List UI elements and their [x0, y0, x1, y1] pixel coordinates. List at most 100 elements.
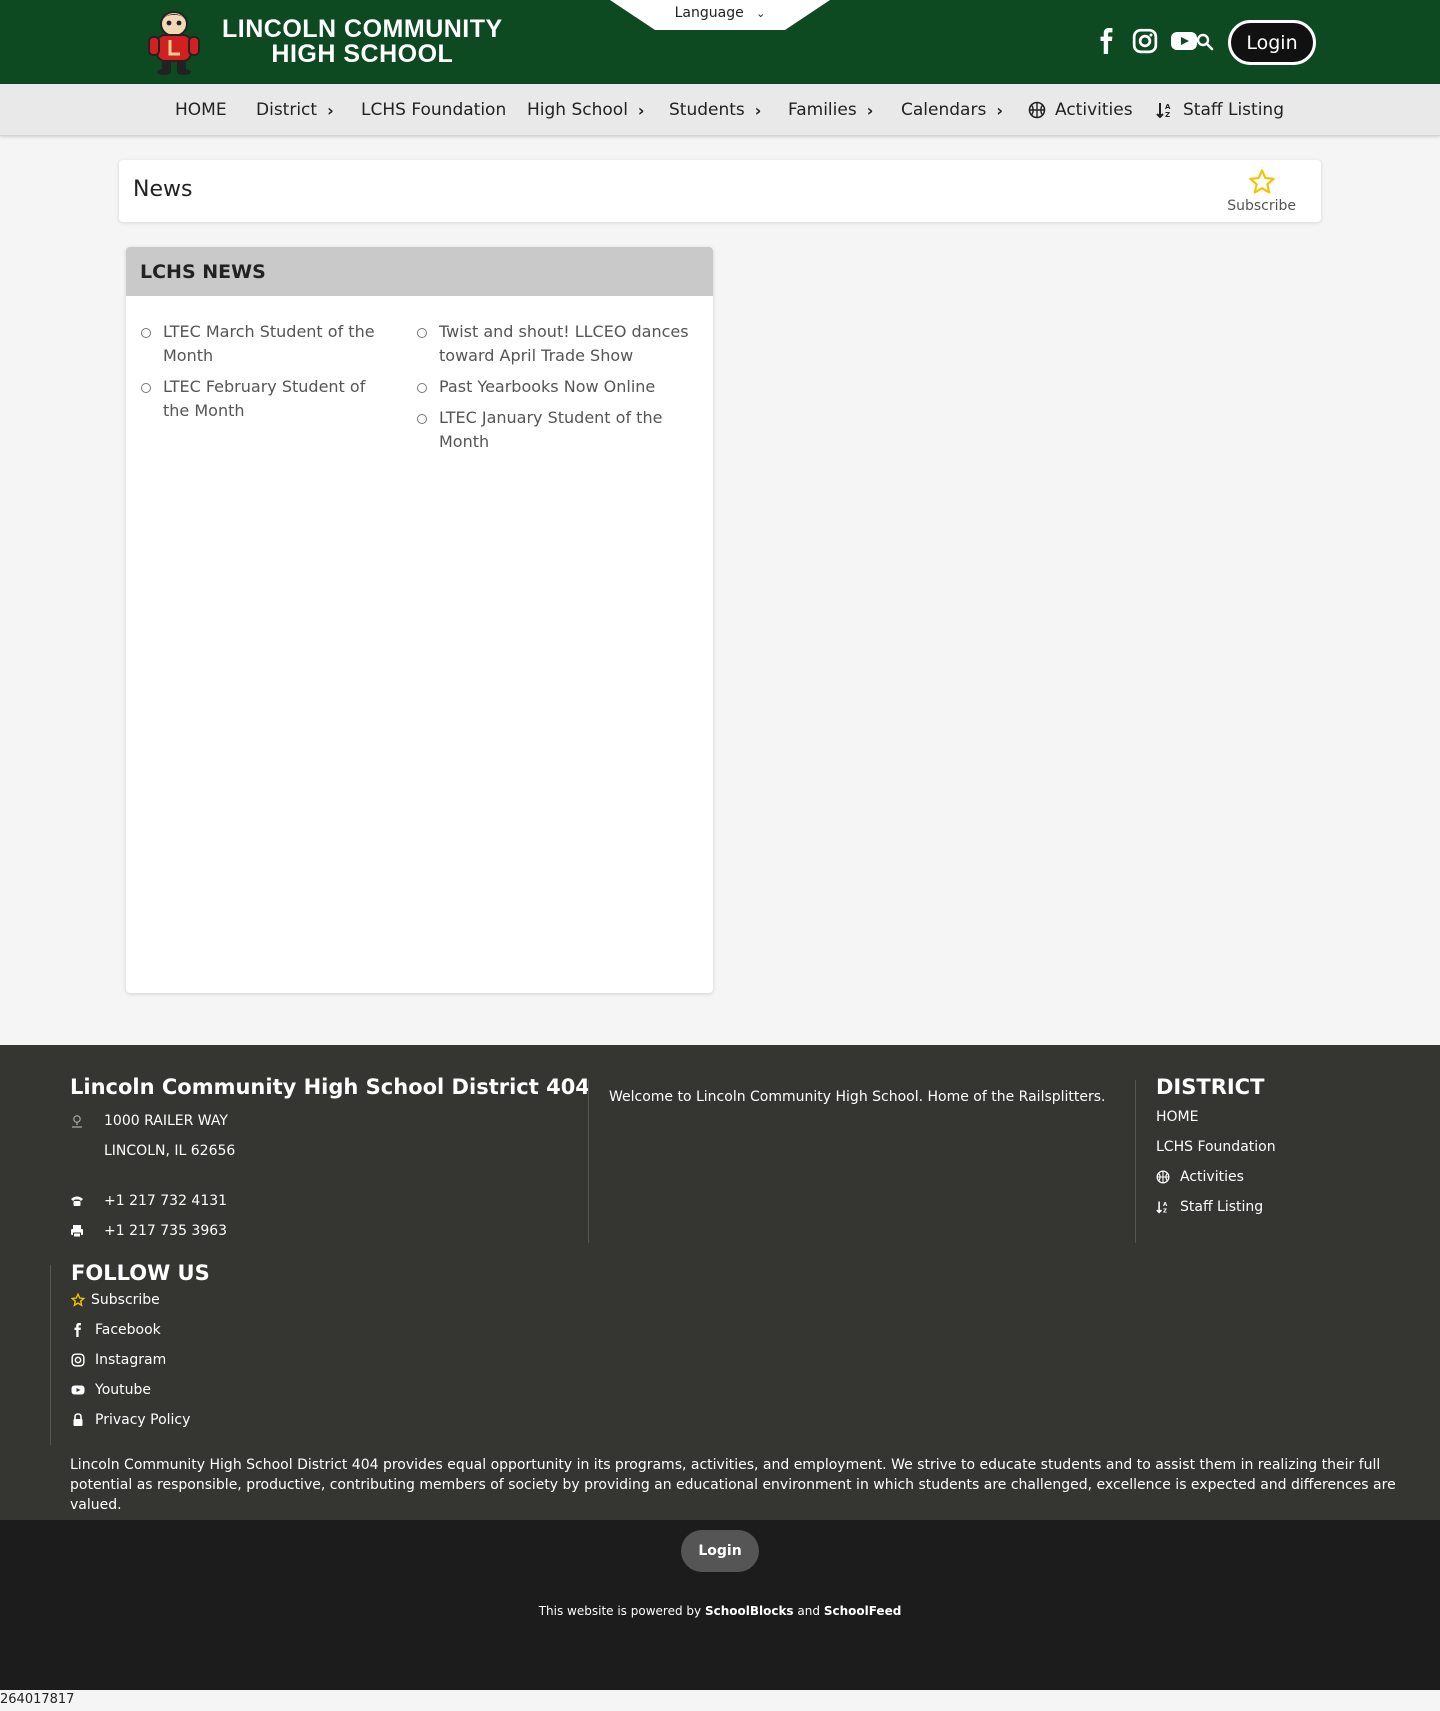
nav-label: District [256, 100, 318, 120]
nav-item-high-school[interactable]: High School › [527, 84, 645, 136]
list-item[interactable]: LTEC February Student of the Month [140, 375, 385, 423]
chevron-right-icon: › [754, 100, 762, 120]
site-header: LINCOLN COMMUNITY HIGH SCHOOL Language ⌄… [0, 0, 1440, 84]
map-marker-icon [72, 1115, 82, 1128]
schoolfeed-link[interactable]: SchoolFeed [824, 1604, 901, 1618]
district-name: Lincoln Community High School District 4… [70, 1075, 590, 1099]
nav-item-staff-listing[interactable]: AZ Staff Listing [1156, 84, 1284, 136]
nav-item-families[interactable]: Families › [788, 84, 873, 136]
language-selector[interactable]: Language ⌄ [610, 0, 830, 30]
language-label: Language [674, 5, 744, 21]
chevron-right-icon: › [996, 100, 1003, 120]
circle-bullet-icon [141, 383, 151, 393]
list-item[interactable]: Past Yearbooks Now Online [416, 375, 701, 399]
fax-line[interactable]: +1 217 735 3963 [70, 1223, 227, 1239]
footer-link-activities[interactable]: Activities [1156, 1169, 1244, 1185]
star-icon [71, 1293, 85, 1307]
address-line1[interactable]: 1000 RAILER WAY [70, 1113, 228, 1129]
social-links [1094, 28, 1198, 54]
nav-label: Activities [1055, 100, 1133, 120]
school-logo[interactable]: LINCOLN COMMUNITY HIGH SCHOOL [140, 8, 503, 76]
page-id: 264017817 [0, 1692, 75, 1707]
footer-divider [50, 1265, 51, 1445]
nav-label: High School [527, 100, 628, 120]
nav-item-activities[interactable]: Activities [1028, 84, 1133, 136]
chevron-down-icon: ⌄ [756, 7, 766, 20]
youtube-icon[interactable] [1170, 28, 1198, 54]
svg-text:A: A [1163, 1202, 1168, 1208]
sort-icon: AZ [1156, 1201, 1168, 1214]
circle-bullet-icon [417, 414, 427, 424]
chevron-right-icon: › [327, 100, 334, 120]
link-label: Staff Listing [1180, 1199, 1264, 1215]
link-label: Privacy Policy [95, 1412, 191, 1428]
lock-icon [73, 1413, 83, 1426]
nav-label: Students [669, 100, 745, 120]
school-name-line1: LINCOLN COMMUNITY [222, 15, 503, 43]
subscribe-button[interactable]: Subscribe [1227, 168, 1296, 214]
nav-item-district[interactable]: District › [256, 84, 334, 136]
follow-instagram[interactable]: Instagram [71, 1352, 166, 1368]
instagram-icon[interactable] [1132, 28, 1158, 54]
nav-label: Staff Listing [1183, 100, 1284, 120]
follow-subscribe[interactable]: Subscribe [71, 1292, 160, 1308]
instagram-icon [71, 1353, 85, 1367]
follow-youtube[interactable]: Youtube [71, 1382, 151, 1398]
address-text: LINCOLN, IL 62656 [104, 1143, 236, 1159]
news-link[interactable]: Twist and shout! LLCEO dances toward Apr… [439, 322, 689, 365]
phone-line[interactable]: +1 217 732 4131 [70, 1193, 227, 1209]
footer-login-button[interactable]: Login [681, 1530, 759, 1572]
nav-label: LCHS Foundation [361, 100, 507, 120]
footer-divider [1135, 1080, 1136, 1243]
youtube-icon [71, 1385, 85, 1395]
svg-text:A: A [1165, 103, 1171, 111]
link-label: LCHS Foundation [1156, 1139, 1276, 1155]
school-name-line2: HIGH SCHOOL [271, 40, 454, 68]
basketball-icon [1156, 1170, 1170, 1184]
facebook-icon[interactable] [1094, 28, 1120, 54]
news-link[interactable]: LTEC February Student of the Month [163, 377, 365, 420]
powered-by-bar: Login This website is powered by SchoolB… [0, 1520, 1440, 1690]
follow-facebook[interactable]: Facebook [71, 1322, 161, 1338]
footer-link-lchs-foundation[interactable]: LCHS Foundation [1156, 1139, 1276, 1155]
school-name: LINCOLN COMMUNITY HIGH SCHOOL [222, 17, 503, 67]
page-title: News [133, 177, 193, 202]
printer-icon [71, 1225, 83, 1238]
login-button[interactable]: Login [1228, 20, 1316, 65]
nav-item-lchs-foundation[interactable]: LCHS Foundation [361, 84, 506, 136]
link-label: Facebook [95, 1322, 161, 1338]
nav-item-calendars[interactable]: Calendars › [901, 84, 1003, 136]
circle-bullet-icon [417, 383, 427, 393]
circle-bullet-icon [141, 328, 151, 338]
list-item[interactable]: LTEC March Student of the Month [140, 320, 385, 368]
basketball-icon [1028, 101, 1046, 119]
nav-label: HOME [175, 100, 227, 120]
phone-text: +1 217 732 4131 [104, 1193, 228, 1209]
schoolblocks-link[interactable]: SchoolBlocks [705, 1604, 794, 1618]
list-item[interactable]: Twist and shout! LLCEO dances toward Apr… [416, 320, 701, 368]
news-link[interactable]: Past Yearbooks Now Online [439, 377, 655, 396]
circle-bullet-icon [417, 328, 427, 338]
phone-icon [71, 1196, 83, 1206]
sort-icon: AZ [1156, 103, 1171, 119]
nav-item-home[interactable]: HOME [175, 84, 227, 136]
link-label: HOME [1156, 1109, 1199, 1125]
news-link[interactable]: LTEC January Student of the Month [439, 408, 662, 451]
star-icon [1248, 169, 1275, 194]
powered-by-text: This website is powered by SchoolBlocks … [0, 1604, 1440, 1618]
news-list-right: Twist and shout! LLCEO dances toward Apr… [416, 320, 701, 461]
site-footer: Lincoln Community High School District 4… [0, 1045, 1440, 1520]
footer-link-staff-listing[interactable]: AZ Staff Listing [1156, 1199, 1263, 1215]
equal-opportunity-statement: Lincoln Community High School District 4… [70, 1457, 1396, 1513]
list-item[interactable]: LTEC January Student of the Month [416, 406, 701, 454]
news-block-heading: LCHS NEWS [126, 247, 713, 296]
nav-item-students[interactable]: Students › [669, 84, 761, 136]
search-icon[interactable] [1196, 33, 1214, 51]
footer-link-home[interactable]: HOME [1156, 1109, 1198, 1125]
welcome-text: Welcome to Lincoln Community High School… [609, 1089, 1106, 1105]
address-line2[interactable]: LINCOLN, IL 62656 [104, 1143, 235, 1159]
follow-privacy-policy[interactable]: Privacy Policy [71, 1412, 190, 1428]
news-block: LCHS NEWS LTEC March Student of the Mont… [126, 247, 713, 993]
district-heading: DISTRICT [1156, 1075, 1265, 1099]
news-link[interactable]: LTEC March Student of the Month [163, 322, 375, 365]
